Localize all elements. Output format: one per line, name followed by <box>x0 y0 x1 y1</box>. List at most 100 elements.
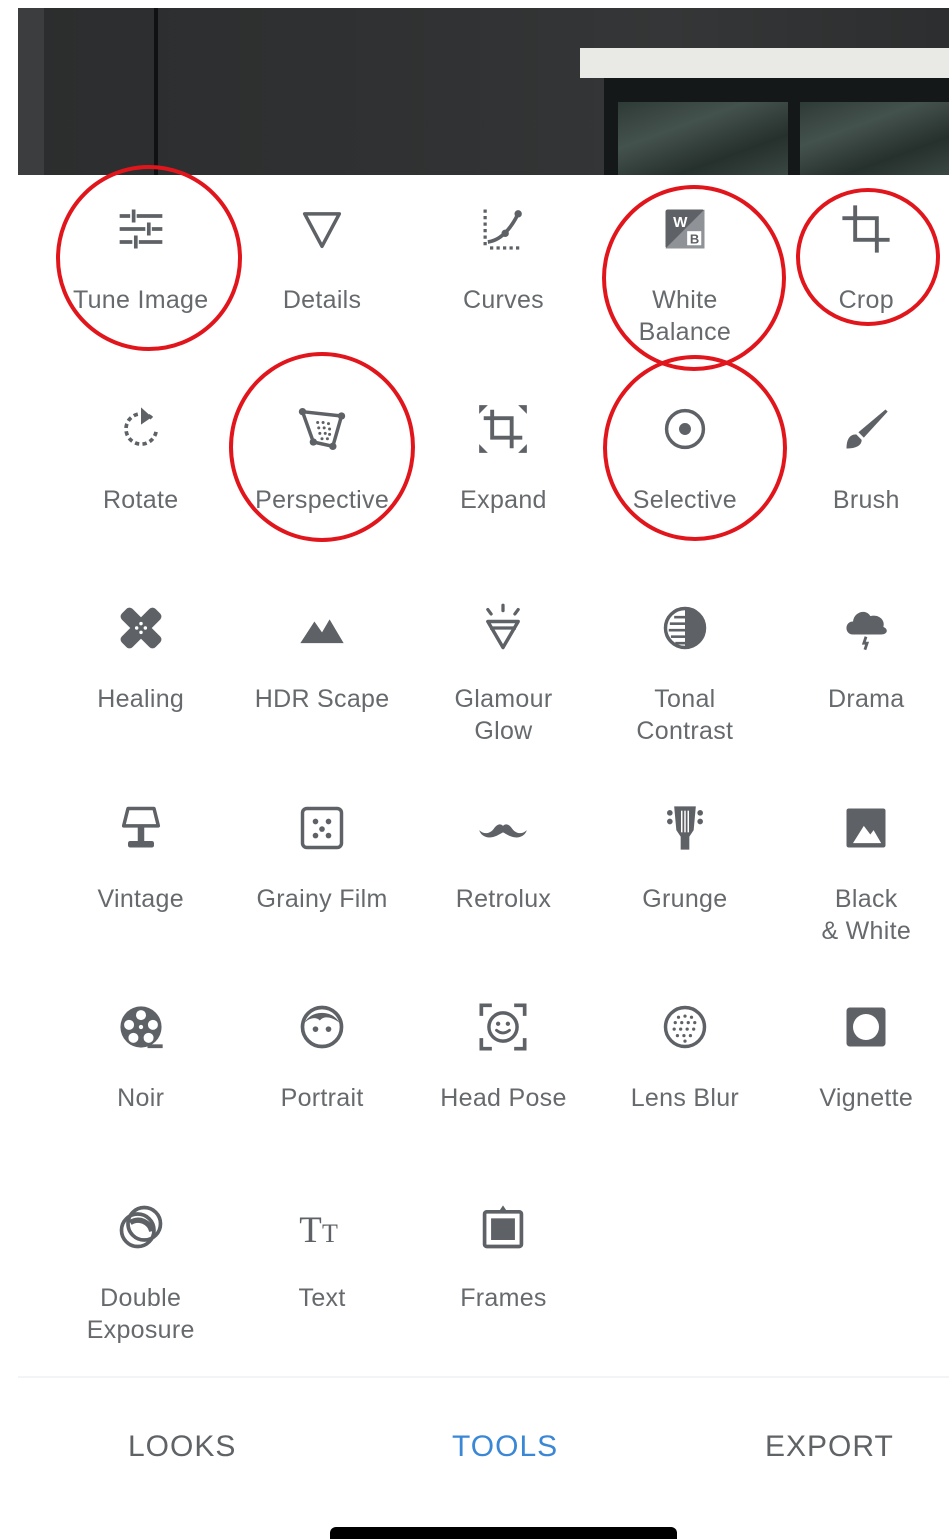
tool-label: Portrait <box>280 1084 364 1112</box>
tool-label: Retrolux <box>455 884 552 913</box>
tool-portrait[interactable]: Portrait <box>231 998 412 1198</box>
tool-label: Frames <box>460 1283 547 1312</box>
tool-perspective[interactable]: Perspective <box>228 351 415 600</box>
text-icon: TT <box>293 1198 351 1256</box>
tab-tools[interactable]: TOOLS <box>452 1430 558 1464</box>
tool-label: Brush <box>832 485 900 514</box>
photo-window-pane <box>800 102 949 175</box>
tool-label: HDR Scape <box>254 685 390 713</box>
tool-label: Noir <box>117 1084 165 1112</box>
tool-retrolux[interactable]: Retrolux <box>413 799 594 999</box>
svg-text:W: W <box>673 214 688 231</box>
bottom-nav: LOOKS TOOLS EXPORT <box>0 1410 949 1490</box>
white-balance-icon: WB <box>656 200 714 258</box>
tool-grainy-film[interactable]: Grainy Film <box>231 799 412 999</box>
tool-healing[interactable]: Healing <box>50 599 231 799</box>
tool-double-exposure[interactable]: Double Exposure <box>50 1198 231 1398</box>
tool-label: Black & White <box>821 884 912 945</box>
svg-text:B: B <box>690 232 699 247</box>
tool-label: Crop <box>838 286 894 314</box>
tool-label: Vignette <box>819 1084 914 1112</box>
tool-label: Double Exposure <box>86 1283 195 1344</box>
tool-vignette[interactable]: Vignette <box>776 998 949 1198</box>
svg-text:T: T <box>299 1209 322 1250</box>
photo-door-edge <box>154 8 158 175</box>
contrast-icon <box>656 599 714 657</box>
lens-blur-icon <box>656 998 714 1056</box>
tool-frames[interactable]: Frames <box>413 1198 594 1398</box>
tool-head-pose[interactable]: Head Pose <box>413 998 594 1198</box>
tool-label: Details <box>282 286 362 314</box>
tool-label: Lens Blur <box>630 1084 740 1112</box>
photo-window <box>604 78 949 175</box>
home-indicator <box>330 1527 677 1539</box>
tool-brush[interactable]: Brush <box>776 400 949 600</box>
tool-tune-image[interactable]: Tune Image <box>50 165 242 400</box>
tool-label: Expand <box>460 485 547 514</box>
tool-glamour-glow[interactable]: Glamour Glow <box>413 599 594 799</box>
tool-expand[interactable]: Expand <box>413 400 594 600</box>
tool-label: Perspective <box>255 485 390 514</box>
tab-looks[interactable]: LOOKS <box>128 1430 236 1464</box>
target-icon <box>656 400 714 458</box>
tool-white-balance[interactable]: W B White Balance <box>594 185 786 400</box>
tool-drama[interactable]: Drama <box>776 599 949 799</box>
crop-icon <box>837 200 895 258</box>
tool-label: Glamour Glow <box>454 685 553 745</box>
tool-label: Curves <box>462 286 544 314</box>
expand-icon <box>474 400 532 458</box>
tool-label: Grunge <box>642 884 728 913</box>
diamond-icon <box>474 599 532 657</box>
photo-wall-edge <box>18 8 44 175</box>
tool-label: Text <box>298 1283 346 1312</box>
rotate-icon <box>112 400 170 458</box>
tool-text[interactable]: T T Text <box>231 1198 412 1398</box>
face-icon <box>293 998 351 1056</box>
tool-crop[interactable]: Crop <box>776 188 949 400</box>
black-white-icon <box>837 799 895 857</box>
highlight-circle <box>55 165 242 351</box>
tool-label: Head Pose <box>440 1084 567 1112</box>
tool-noir[interactable]: Noir <box>50 998 231 1198</box>
film-reel-icon <box>112 998 170 1056</box>
bandage-icon <box>112 599 170 657</box>
tab-export[interactable]: EXPORT <box>765 1430 894 1464</box>
tool-curves[interactable]: Curves <box>413 200 594 400</box>
perspective-icon <box>293 400 351 458</box>
tool-lens-blur[interactable]: Lens Blur <box>594 998 775 1198</box>
film-grain-icon <box>293 799 351 857</box>
tool-label: Drama <box>828 685 905 713</box>
bottom-nav-divider <box>18 1376 949 1378</box>
curves-icon <box>474 200 532 258</box>
guitar-head-icon <box>656 799 714 857</box>
triangle-down-icon <box>293 200 351 258</box>
photo-preview <box>18 8 949 175</box>
tool-vintage[interactable]: Vintage <box>50 799 231 999</box>
frame-icon <box>474 1198 532 1256</box>
tool-label: White Balance <box>638 286 732 346</box>
tool-label: Selective <box>632 485 737 514</box>
tool-label: Healing <box>97 685 185 713</box>
face-frame-icon <box>474 998 532 1056</box>
lamp-icon <box>112 799 170 857</box>
tool-rotate[interactable]: Rotate <box>50 400 231 600</box>
tool-label: Grainy Film <box>256 884 388 913</box>
tool-details[interactable]: Details <box>231 200 412 400</box>
brush-icon <box>837 400 895 458</box>
mustache-icon <box>474 799 532 857</box>
svg-text:T: T <box>322 1219 338 1248</box>
tool-grunge[interactable]: Grunge <box>594 799 775 999</box>
tool-black-white[interactable]: Black & White <box>776 799 949 999</box>
tool-hdr-scape[interactable]: HDR Scape <box>231 599 412 799</box>
tools-grid: Tune Image Details Curves W B White Balance Cr… <box>50 165 949 1398</box>
tool-tonal-contrast[interactable]: Tonal Contrast <box>594 599 775 799</box>
tool-label: Vintage <box>97 884 184 913</box>
vignette-icon <box>837 998 895 1056</box>
storm-cloud-icon <box>837 599 895 657</box>
photo-window-molding <box>580 48 949 78</box>
tool-label: Tune Image <box>72 286 209 314</box>
tool-label: Tonal Contrast <box>636 685 734 745</box>
double-circle-icon <box>112 1198 170 1256</box>
tool-selective[interactable]: Selective <box>594 354 787 600</box>
photo-window-pane <box>618 102 788 175</box>
